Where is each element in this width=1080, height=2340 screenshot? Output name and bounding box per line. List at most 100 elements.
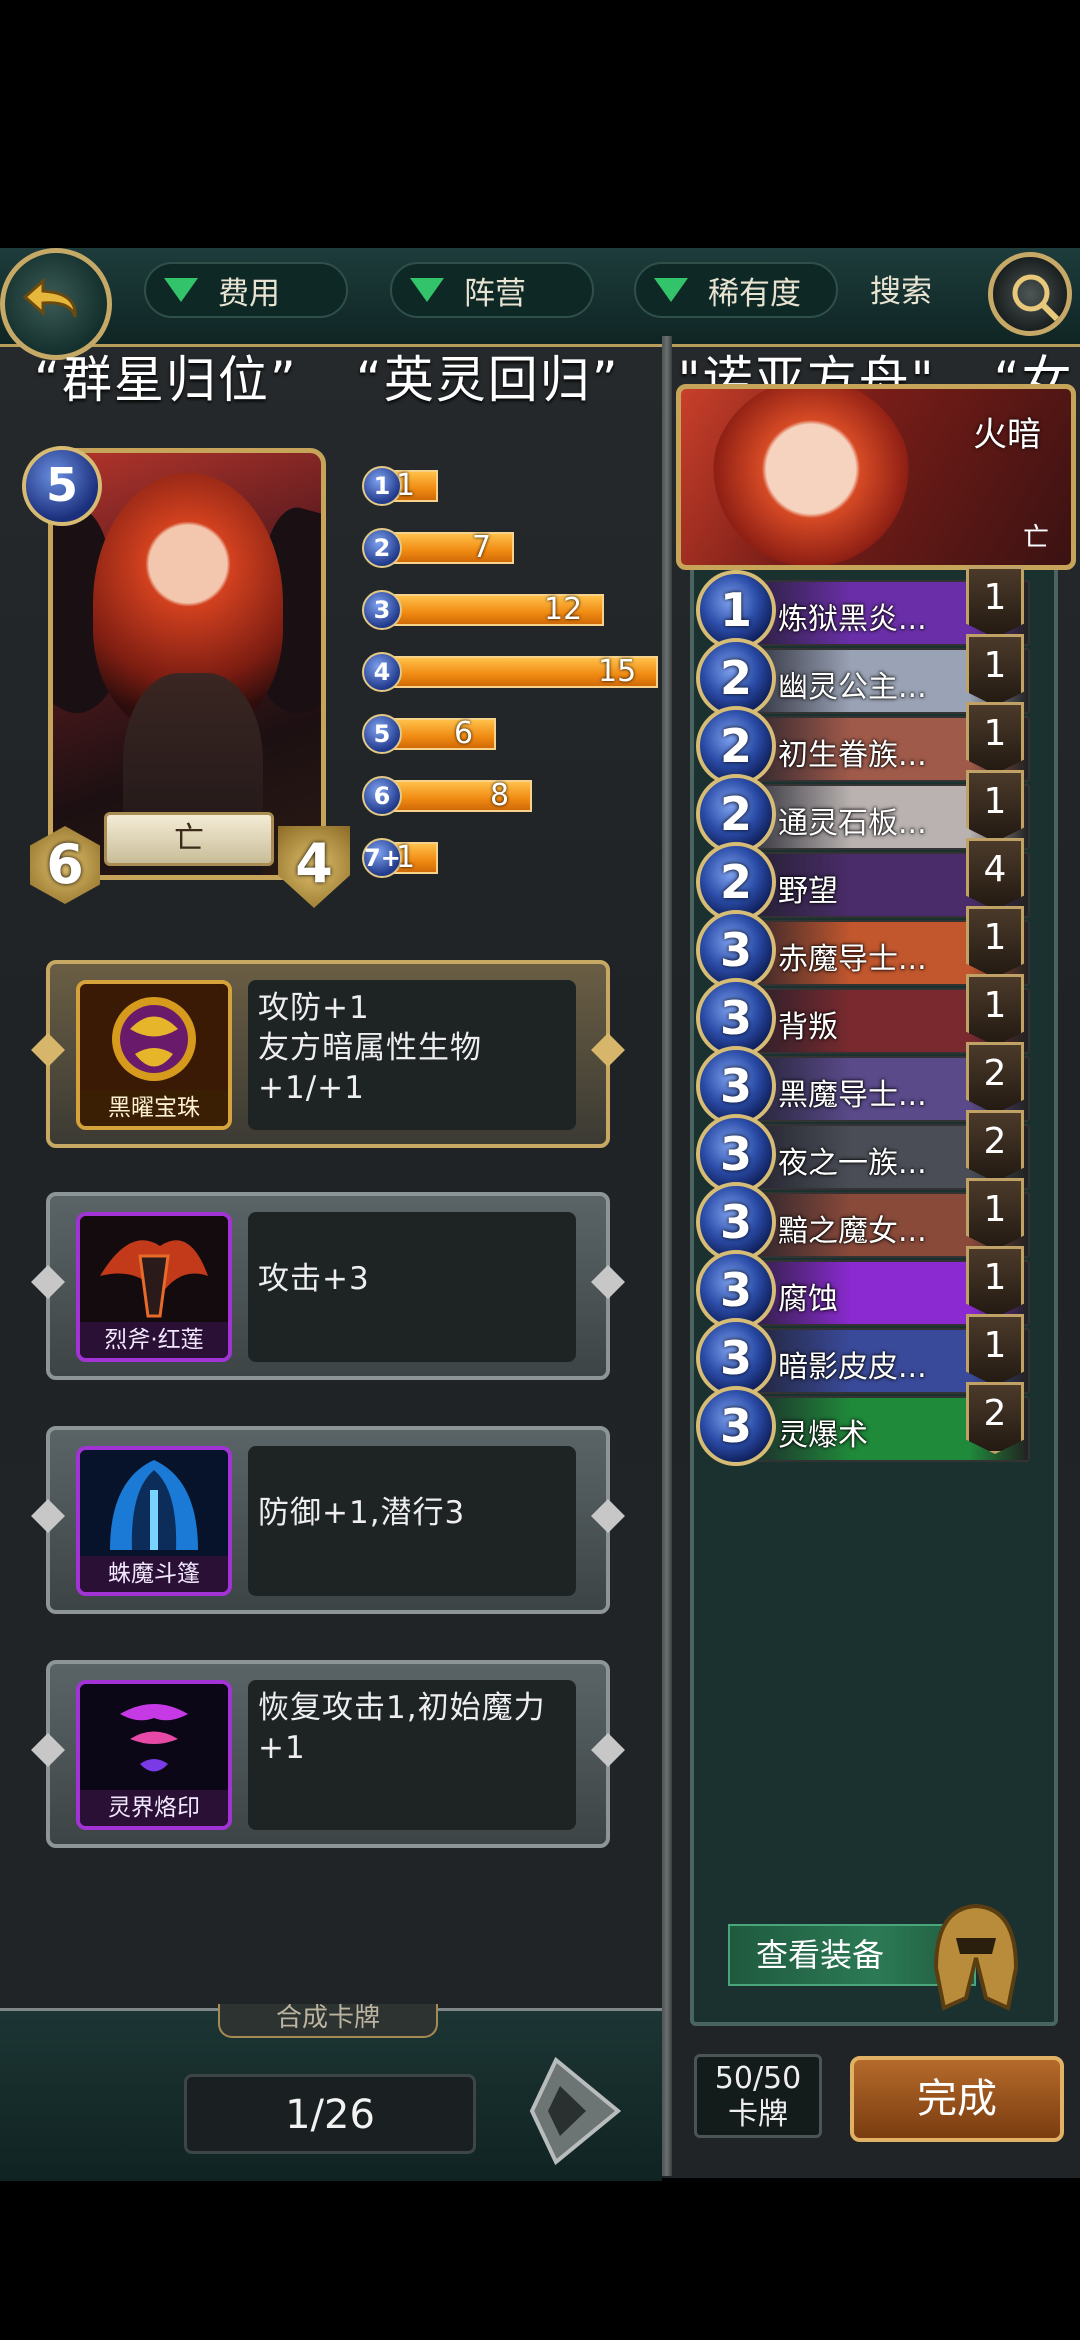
deck-card-count: 50/50 卡牌 — [694, 2054, 822, 2138]
next-page-button[interactable] — [526, 2056, 622, 2166]
cost-curve-count: 1 — [396, 468, 416, 503]
chevron-down-icon — [410, 278, 444, 302]
card-name: 赤魔导士... — [778, 942, 927, 977]
deck-card-count-label: 卡牌 — [728, 2097, 788, 2132]
back-arrow-icon — [22, 277, 77, 318]
spirit-brand-icon — [80, 1684, 228, 1794]
obsidian-orb-icon — [80, 984, 228, 1094]
cost-curve-bar — [388, 718, 496, 750]
cost-curve-cost: 4 — [362, 652, 402, 692]
deck-title: 火暗 — [973, 415, 1041, 455]
chevron-down-icon — [164, 278, 198, 302]
next-arrow-icon — [529, 2056, 622, 2166]
ability-icon-frame: 烈斧·红莲 — [76, 1212, 232, 1362]
cost-curve-count: 12 — [544, 592, 583, 627]
cost-curve-row: 68 — [362, 776, 536, 816]
filter-rarity-button[interactable]: 稀有度 — [634, 262, 838, 318]
card-name: 背叛 — [778, 1010, 838, 1045]
ability-icon-frame: 黑曜宝珠 — [76, 980, 232, 1130]
card-name: 初生眷族... — [778, 738, 927, 773]
filter-rarity-label: 稀有度 — [708, 275, 801, 312]
card-name: 野望 — [778, 874, 838, 909]
ability-icon-label: 蛛魔斗篷 — [80, 1556, 228, 1592]
card-copies: 2 — [966, 1382, 1024, 1454]
ability-description-text: 攻击+3 — [258, 1261, 370, 1297]
filter-faction-label: 阵营 — [464, 275, 526, 312]
filter-faction-button[interactable]: 阵营 — [390, 262, 594, 318]
filter-cost-label: 费用 — [218, 275, 280, 312]
ability-panel-2[interactable]: 烈斧·红莲 攻击+3 — [31, 1192, 625, 1380]
cost-curve-count: 15 — [598, 654, 637, 689]
ability-panel-1[interactable]: 黑曜宝珠 攻防+1 友方暗属性生物+1/+1 — [31, 960, 625, 1148]
cost-curve-count: 7 — [472, 530, 492, 565]
spider-cloak-icon — [80, 1450, 228, 1560]
hero-faction-plate: 亡 — [104, 812, 274, 866]
card-name: 通灵石板... — [778, 806, 927, 841]
card-copies: 1 — [966, 974, 1024, 1046]
ability-icon-label: 烈斧·红莲 — [80, 1322, 228, 1358]
card-name: 炼狱黑炎... — [778, 602, 927, 637]
red-lotus-axe-icon — [80, 1216, 228, 1326]
card-name: 黑魔导士... — [778, 1078, 927, 1113]
card-copies: 1 — [966, 1178, 1024, 1250]
ability-description: 攻击+3 — [248, 1212, 576, 1362]
cost-curve-cost: 6 — [362, 776, 402, 816]
quote-1: “群星归位” — [34, 351, 298, 409]
done-button[interactable]: 完成 — [850, 2056, 1064, 2142]
card-copies: 4 — [966, 838, 1024, 910]
ability-description-text: 防御+1,潜行3 — [258, 1495, 466, 1531]
deck-header[interactable]: 火暗 亡 — [676, 384, 1076, 570]
deck-hero-portrait — [711, 389, 911, 565]
magnifier-icon — [1012, 274, 1060, 322]
helmet-icon — [916, 1898, 1036, 2016]
card-name: 灵爆术 — [778, 1418, 868, 1453]
ability-description: 恢复攻击1,初始魔力+1 — [248, 1680, 576, 1830]
card-copies: 1 — [966, 634, 1024, 706]
card-cost: 3 — [696, 1386, 776, 1466]
page-indicator: 1/26 — [184, 2074, 476, 2154]
card-copies: 1 — [966, 566, 1024, 638]
cost-curve-cost: 3 — [362, 590, 402, 630]
panel-divider — [662, 336, 672, 2176]
hero-cost-badge: 5 — [22, 446, 102, 526]
card-copies: 2 — [966, 1042, 1024, 1114]
cost-curve-row: 11 — [362, 466, 442, 506]
quote-2: “英灵回归” — [355, 351, 620, 409]
compose-cards-tab[interactable]: 合成卡牌 — [218, 2004, 438, 2038]
card-copies: 1 — [966, 770, 1024, 842]
card-copies: 2 — [966, 1110, 1024, 1182]
ability-description: 攻防+1 友方暗属性生物+1/+1 — [248, 980, 576, 1130]
cost-curve-bar — [388, 532, 514, 564]
search-button[interactable] — [988, 252, 1072, 336]
cost-curve-cost: 5 — [362, 714, 402, 754]
ability-icon-frame: 蛛魔斗篷 — [76, 1446, 232, 1596]
cost-curve-count: 8 — [490, 778, 510, 813]
card-copies: 1 — [966, 702, 1024, 774]
cost-curve-row: 4 15 — [362, 652, 662, 692]
search-label: 搜索 — [870, 274, 932, 310]
cost-curve-count: 1 — [396, 840, 416, 875]
ability-icon-label: 灵界烙印 — [80, 1790, 228, 1826]
ability-description-text: 攻防+1 友方暗属性生物+1/+1 — [258, 990, 482, 1106]
cost-curve-bar — [388, 780, 532, 812]
card-copies: 1 — [966, 906, 1024, 978]
ability-panel-4[interactable]: 灵界烙印 恢复攻击1,初始魔力+1 — [31, 1660, 625, 1848]
card-name: 夜之一族... — [778, 1146, 927, 1181]
deck-card-count-value: 50/50 — [714, 2061, 802, 2096]
ability-icon-frame: 灵界烙印 — [76, 1680, 232, 1830]
ability-description: 防御+1,潜行3 — [248, 1446, 576, 1596]
chevron-down-icon — [654, 278, 688, 302]
card-copies: 1 — [966, 1314, 1024, 1386]
filter-cost-button[interactable]: 费用 — [144, 262, 348, 318]
card-name: 幽灵公主... — [778, 670, 927, 705]
cost-curve-cost: 2 — [362, 528, 402, 568]
deck-faction: 亡 — [1022, 523, 1049, 553]
ability-panel-3[interactable]: 蛛魔斗篷 防御+1,潜行3 — [31, 1426, 625, 1614]
cost-curve-count: 6 — [454, 716, 474, 751]
card-copies: 1 — [966, 1246, 1024, 1318]
cost-curve-row: 56 — [362, 714, 500, 754]
card-name: 暗影皮皮... — [778, 1350, 927, 1385]
deck-card-row[interactable]: 3 灵爆术 2 — [696, 1382, 1030, 1472]
ability-icon-label: 黑曜宝珠 — [80, 1090, 228, 1126]
card-name: 黯之魔女... — [778, 1214, 927, 1249]
